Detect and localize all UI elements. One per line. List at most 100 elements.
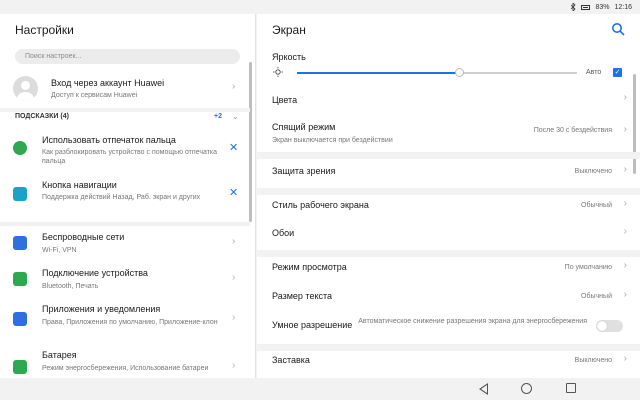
navigation-bar	[0, 378, 640, 400]
setting-row-view-mode[interactable]: Режим просмотра По умолчанию ›	[257, 260, 627, 280]
chevron-right-icon: ›	[232, 272, 236, 283]
setting-value: Выключено	[574, 357, 612, 364]
chevron-right-icon: ›	[623, 124, 627, 135]
setting-subtitle: Экран выключается при бездействии	[272, 137, 393, 144]
brightness-row: Яркость	[257, 52, 627, 90]
search-input[interactable]: Поиск настроек...	[15, 49, 240, 64]
suggestions-header[interactable]: ПОДСКАЗКИ (4) +2 ⌄	[0, 112, 250, 125]
divider	[257, 344, 640, 351]
setting-label: Цвета	[272, 95, 298, 105]
setting-row-smart-resolution[interactable]: Умное разрешение Автоматическое снижение…	[257, 316, 627, 340]
suggestions-label: ПОДСКАЗКИ (4)	[15, 113, 69, 120]
sidebar-item-label: Подключение устройства	[42, 268, 148, 278]
page-title: Экран	[272, 23, 306, 37]
setting-row-wallpaper[interactable]: Обои ›	[257, 226, 627, 246]
sidebar-item-subtitle: Режим энергосбережения, Использование ба…	[42, 365, 209, 372]
fingerprint-icon	[13, 141, 27, 155]
sidebar-item-wireless[interactable]: Беспроводные сети Wi-Fi, VPN ›	[0, 230, 250, 262]
suggestion-fingerprint[interactable]: Использовать отпечаток пальца Как разбло…	[0, 134, 250, 174]
setting-label: Спящий режим	[272, 122, 336, 132]
battery-icon	[581, 4, 591, 10]
setting-row-text-size[interactable]: Размер текста Обычный ›	[257, 289, 627, 309]
account-subtitle: Доступ к сервисам Huawei	[51, 92, 138, 99]
setting-value: Обычный	[581, 202, 612, 209]
settings-panel: Настройки Поиск настроек... Вход через а…	[0, 14, 256, 378]
chevron-right-icon: ›	[232, 312, 236, 323]
setting-value: После 30 с бездействия	[533, 127, 612, 134]
navigation-dot-icon	[13, 187, 27, 201]
sidebar-item-label: Батарея	[42, 350, 77, 360]
suggestion-title: Кнопка навигации	[42, 180, 117, 190]
settings-title: Настройки	[15, 23, 74, 37]
setting-row-eye-comfort[interactable]: Защита зрения Выключено ›	[257, 164, 627, 182]
setting-label: Умное разрешение	[272, 320, 353, 330]
chevron-right-icon: ›	[623, 289, 627, 300]
smart-resolution-toggle[interactable]	[596, 320, 623, 332]
suggestion-subtitle: Как разблокировать устройство с помощью …	[42, 149, 218, 165]
setting-label: Режим просмотра	[272, 262, 347, 272]
setting-label: Стиль рабочего экрана	[272, 200, 369, 210]
sidebar-item-subtitle: Bluetooth, Печать	[42, 283, 99, 290]
wifi-icon	[13, 236, 27, 250]
chevron-right-icon: ›	[232, 81, 236, 92]
setting-value: По умолчанию	[564, 264, 612, 271]
divider	[257, 152, 640, 159]
account-title: Вход через аккаунт Huawei	[51, 78, 165, 88]
apps-icon	[13, 312, 27, 326]
sidebar-item-label: Беспроводные сети	[42, 232, 125, 242]
suggestion-navigation-button[interactable]: Кнопка навигации Поддержка действий Наза…	[0, 179, 250, 219]
divider	[257, 250, 640, 257]
avatar	[13, 76, 38, 101]
home-icon[interactable]	[521, 383, 532, 394]
chevron-right-icon: ›	[623, 226, 627, 237]
chevron-right-icon: ›	[232, 360, 236, 371]
suggestions-more-count: +2	[214, 113, 222, 120]
setting-row-screensaver[interactable]: Заставка Выключено ›	[257, 353, 627, 372]
divider	[0, 108, 250, 112]
chevron-right-icon: ›	[623, 164, 627, 175]
huawei-account-item[interactable]: Вход через аккаунт Huawei Доступ к серви…	[0, 72, 250, 106]
suggestion-subtitle: Поддержка действий Назад, Раб. экран и д…	[42, 194, 201, 201]
sidebar-item-subtitle: Права, Приложения по умолчанию, Приложен…	[42, 319, 218, 326]
chevron-right-icon: ›	[623, 260, 627, 271]
divider	[257, 188, 640, 195]
sidebar-item-battery[interactable]: Батарея Режим энергосбережения, Использо…	[0, 348, 250, 378]
bluetooth-icon	[570, 3, 577, 11]
battery-percent: 83%	[595, 3, 610, 11]
dismiss-suggestion-icon[interactable]: ✕	[229, 141, 238, 154]
clock: 12:16	[614, 3, 632, 11]
scrollbar[interactable]	[633, 74, 636, 174]
setting-label: Обои	[272, 228, 295, 238]
setting-row-colors[interactable]: Цвета ›	[257, 92, 627, 110]
chevron-right-icon: ›	[623, 92, 627, 103]
chevron-right-icon: ›	[623, 353, 627, 364]
setting-row-sleep[interactable]: Спящий режим Экран выключается при безде…	[257, 120, 627, 148]
brightness-icon	[273, 67, 283, 77]
back-icon[interactable]	[479, 383, 488, 395]
auto-brightness-checkbox[interactable]: ✓	[613, 68, 622, 77]
recent-apps-icon[interactable]	[566, 383, 576, 393]
dismiss-suggestion-icon[interactable]: ✕	[229, 186, 238, 199]
setting-label: Размер текста	[272, 291, 333, 301]
brightness-slider-fill	[297, 72, 460, 74]
setting-value: Выключено	[574, 168, 612, 175]
divider	[0, 222, 250, 226]
search-icon[interactable]	[611, 22, 625, 36]
sidebar-item-apps[interactable]: Приложения и уведомления Права, Приложен…	[0, 302, 250, 346]
sidebar-item-device-connection[interactable]: Подключение устройства Bluetooth, Печать…	[0, 266, 250, 298]
setting-value: Обычный	[581, 293, 612, 300]
brightness-slider[interactable]	[297, 68, 577, 77]
setting-row-home-style[interactable]: Стиль рабочего экрана Обычный ›	[257, 198, 627, 218]
brightness-label: Яркость	[272, 52, 306, 62]
sidebar-item-label: Приложения и уведомления	[42, 304, 161, 314]
display-panel: Экран Яркость Авто ✓ Цвета › Спящий режи…	[257, 14, 640, 378]
auto-brightness-label: Авто	[586, 69, 602, 76]
chevron-right-icon: ›	[623, 198, 627, 209]
chevron-down-icon: ⌄	[232, 112, 239, 121]
status-bar: 83% 12:16	[0, 0, 640, 14]
chevron-right-icon: ›	[232, 236, 236, 247]
suggestion-title: Использовать отпечаток пальца	[42, 135, 176, 145]
device-link-icon	[13, 272, 27, 286]
setting-label: Защита зрения	[272, 166, 336, 176]
sidebar-item-subtitle: Wi-Fi, VPN	[42, 247, 77, 254]
